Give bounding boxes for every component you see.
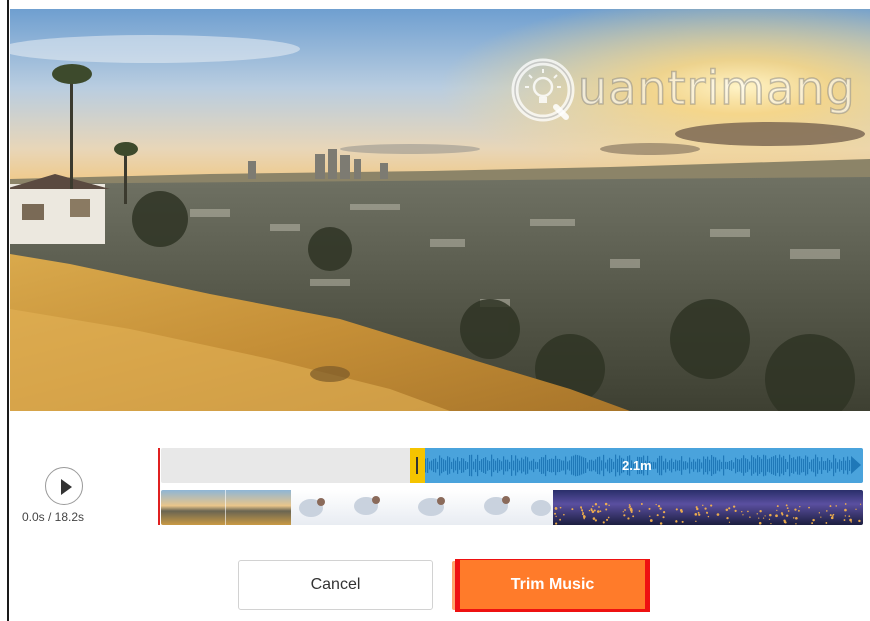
play-icon xyxy=(61,479,72,495)
trim-start-handle[interactable] xyxy=(410,448,425,483)
audio-track[interactable] xyxy=(161,448,863,483)
video-preview: uantrimang xyxy=(10,9,870,411)
video-filmstrip xyxy=(161,490,863,525)
audio-duration-label: 2.1m xyxy=(622,458,652,473)
watermark-text: uantrimang xyxy=(577,60,856,116)
playhead-marker[interactable] xyxy=(158,448,160,525)
playback-time: 0.0s / 18.2s xyxy=(22,510,85,524)
cancel-button[interactable]: Cancel xyxy=(238,560,433,610)
play-button[interactable] xyxy=(45,467,83,505)
trim-music-dialog: uantrimang 0.0s / 18.2s 2.1m Cancel Trim… xyxy=(0,0,870,621)
watermark: uantrimang xyxy=(508,55,858,125)
window-edge xyxy=(7,0,9,621)
handle-grip-icon xyxy=(416,457,418,474)
trim-music-button[interactable]: Trim Music xyxy=(455,559,650,612)
audio-waveform xyxy=(423,448,863,483)
lightbulb-logo-icon xyxy=(511,58,575,122)
